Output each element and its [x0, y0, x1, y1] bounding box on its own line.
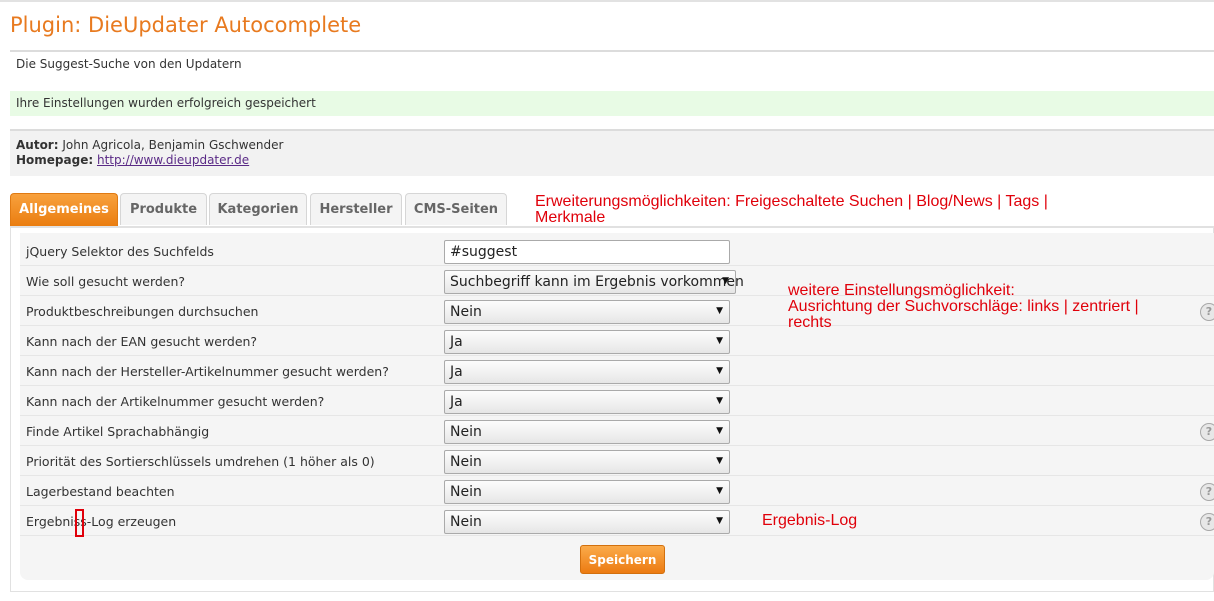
chevron-down-icon: ▼: [716, 396, 723, 406]
select-value: Nein: [450, 454, 482, 470]
setting-label: Kann nach der Artikelnummer gesucht werd…: [26, 394, 325, 409]
select-value: Ja: [450, 394, 463, 410]
row-divider: [20, 535, 1214, 536]
setting-row-manufacturer-number: Kann nach der Hersteller-Artikelnummer g…: [20, 356, 1214, 386]
setting-label: Finde Artikel Sprachabhängig: [26, 424, 210, 439]
manufacturer-number-select[interactable]: Ja ▼: [444, 360, 730, 384]
setting-row-selector: jQuery Selektor des Suchfelds: [20, 236, 1214, 266]
select-value: Suchbegriff kann im Ergebnis vorkommen: [450, 274, 744, 290]
setting-row-stock: Lagerbestand beachten Nein ▼ ?: [20, 476, 1214, 506]
annotation-extensions: Erweiterungsmöglichkeiten: Freigeschalte…: [535, 194, 1048, 226]
select-value: Nein: [450, 424, 482, 440]
setting-row-priority: Priorität des Sortierschlüssels umdrehen…: [20, 446, 1214, 476]
setting-label: Priorität des Sortierschlüssels umdrehen…: [26, 454, 375, 469]
chevron-down-icon: ▼: [716, 426, 723, 436]
success-message: Ihre Einstellungen wurden erfolgreich ge…: [16, 96, 316, 110]
stock-select[interactable]: Nein ▼: [444, 480, 730, 504]
question-mark-icon[interactable]: ?: [1200, 303, 1214, 321]
author-label: Autor:: [16, 138, 59, 152]
select-value: Nein: [450, 514, 482, 530]
language-select[interactable]: Nein ▼: [444, 420, 730, 444]
setting-label: Ergebniss-Log erzeugen: [26, 514, 177, 529]
setting-label: Produktbeschreibungen durchsuchen: [26, 304, 259, 319]
chevron-down-icon: ▼: [716, 486, 723, 496]
search-mode-select[interactable]: Suchbegriff kann im Ergebnis vorkommen ▼: [444, 270, 744, 294]
ean-select[interactable]: Ja ▼: [444, 330, 730, 354]
success-alert: Ihre Einstellungen wurden erfolgreich ge…: [10, 91, 1214, 116]
question-mark-icon[interactable]: ?: [1200, 513, 1214, 531]
tab-cms-seiten[interactable]: CMS-Seiten: [405, 193, 507, 225]
tab-kategorien[interactable]: Kategorien: [209, 193, 307, 225]
annotation-settings-line2: Ausrichtung der Suchvorschläge: links | …: [788, 298, 1139, 315]
question-mark-icon[interactable]: ?: [1200, 423, 1214, 441]
save-button[interactable]: Speichern: [580, 545, 665, 574]
annotation-log: Ergebnis-Log: [762, 512, 858, 529]
chevron-down-icon: ▼: [716, 456, 723, 466]
tab-allgemeines[interactable]: Allgemeines: [10, 193, 118, 226]
homepage-link[interactable]: http://www.dieupdater.de: [97, 153, 249, 167]
setting-label: Kann nach der EAN gesucht werden?: [26, 334, 258, 349]
select-value: Nein: [450, 304, 482, 320]
descriptions-select[interactable]: Nein ▼: [444, 300, 730, 324]
setting-label: Lagerbestand beachten: [26, 484, 175, 499]
tab-produkte[interactable]: Produkte: [120, 193, 207, 225]
selector-input[interactable]: [444, 240, 730, 264]
annotation-extensions-line1: Erweiterungsmöglichkeiten: Freigeschalte…: [535, 193, 1048, 210]
log-select[interactable]: Nein ▼: [444, 510, 730, 534]
homepage-line: Homepage: http://www.dieupdater.de: [16, 153, 249, 167]
page-title: Plugin: DieUpdater Autocomplete: [10, 13, 362, 37]
select-value: Nein: [450, 484, 482, 500]
annotation-extensions-line2: Merkmale: [535, 209, 606, 226]
author-value: John Agricola, Benjamin Gschwender: [62, 138, 284, 152]
homepage-label: Homepage:: [16, 153, 94, 167]
priority-select[interactable]: Nein ▼: [444, 450, 730, 474]
select-value: Ja: [450, 334, 463, 350]
setting-row-log: Ergebniss-Log erzeugen Nein ▼ ?: [20, 506, 1214, 536]
chevron-down-icon: ▼: [716, 306, 723, 316]
setting-label: Kann nach der Hersteller-Artikelnummer g…: [26, 364, 389, 379]
chevron-down-icon: ▼: [716, 516, 723, 526]
article-number-select[interactable]: Ja ▼: [444, 390, 730, 414]
setting-row-language: Finde Artikel Sprachabhängig Nein ▼ ?: [20, 416, 1214, 446]
setting-label: jQuery Selektor des Suchfelds: [26, 244, 214, 259]
top-border: [0, 0, 1214, 2]
setting-label: Wie soll gesucht werden?: [26, 274, 186, 289]
tab-hersteller[interactable]: Hersteller: [310, 193, 402, 225]
annotation-settings-line1: weitere Einstellungsmöglichkeit:: [788, 282, 1015, 299]
select-value: Ja: [450, 364, 463, 380]
chevron-down-icon: ▼: [722, 276, 729, 286]
chevron-down-icon: ▼: [716, 336, 723, 346]
author-line: Autor: John Agricola, Benjamin Gschwende…: [16, 138, 283, 152]
plugin-description: Die Suggest-Suche von den Updatern: [16, 57, 242, 71]
chevron-down-icon: ▼: [716, 366, 723, 376]
highlight-marker: [75, 509, 84, 537]
annotation-settings: weitere Einstellungsmöglichkeit: Ausrich…: [788, 283, 1139, 331]
question-mark-icon[interactable]: ?: [1200, 483, 1214, 501]
title-divider: [10, 50, 1214, 52]
annotation-settings-line3: rechts: [788, 314, 832, 331]
plugin-info-box: Autor: John Agricola, Benjamin Gschwende…: [10, 129, 1214, 176]
setting-row-article-number: Kann nach der Artikelnummer gesucht werd…: [20, 386, 1214, 416]
